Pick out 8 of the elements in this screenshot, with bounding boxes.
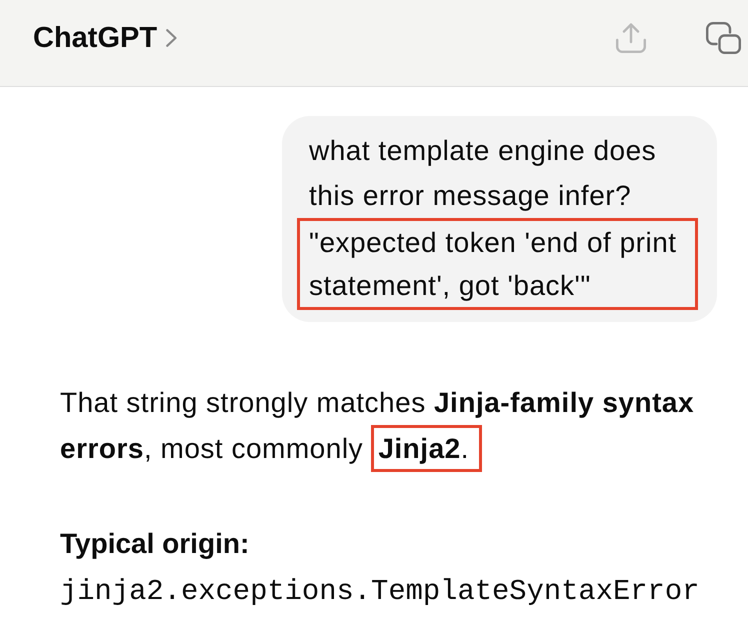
user-message-text: what template engine does this error message infer? [309,134,658,213]
code-snippet: jinja2.exceptions.TemplateSyntaxError [60,574,700,610]
chevron-right-icon [166,29,178,47]
copy-button[interactable] [706,22,741,54]
origin-label: Typical origin: [60,527,250,561]
response-paragraph: That string strongly matches Jinja-family syntax errors, most commonly Jinja2. [60,380,717,472]
model-selector-button[interactable]: ChatGPT [33,21,178,55]
quoted-error-text: "expected token 'end of print statement', got 'back'" [297,218,698,310]
